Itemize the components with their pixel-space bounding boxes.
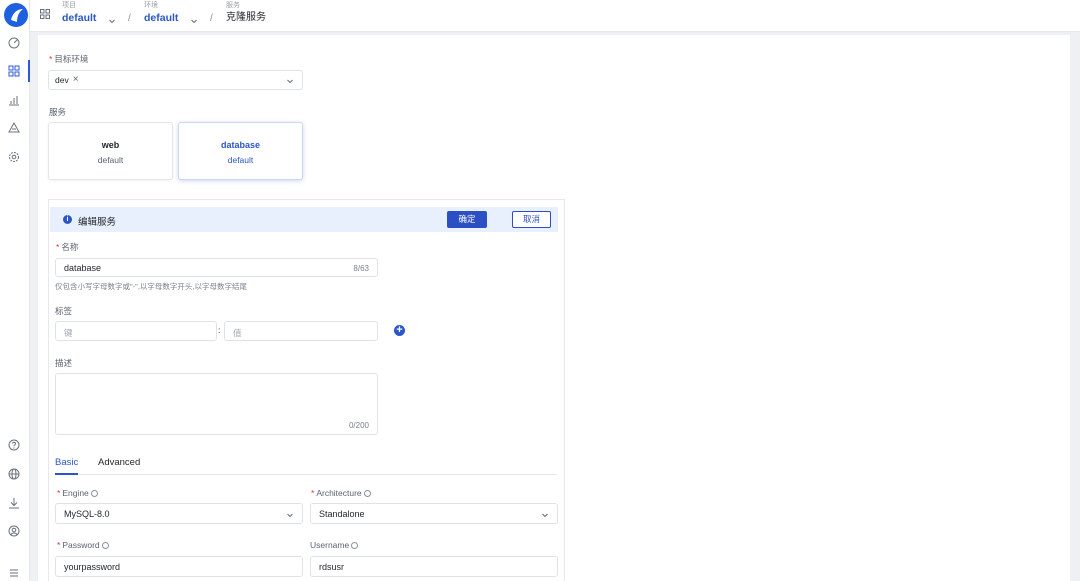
grid-menu-icon[interactable] xyxy=(40,9,50,19)
chart-icon[interactable] xyxy=(7,93,21,107)
tags-label: 标签 xyxy=(55,306,73,316)
username-label: Username xyxy=(310,540,359,550)
name-counter: 8/63 xyxy=(353,264,369,273)
chevron-down-icon xyxy=(108,14,116,24)
tag-separator: : xyxy=(218,325,221,335)
breadcrumb-label: 项目 xyxy=(62,2,76,9)
password-label: * Password xyxy=(57,540,109,550)
engine-label: * Engine xyxy=(57,488,98,498)
user-icon[interactable] xyxy=(7,524,21,538)
edit-service-title: 编辑服务 xyxy=(78,217,117,228)
chevron-down-icon xyxy=(286,511,294,519)
breadcrumb-environment[interactable]: 环境 default xyxy=(144,1,198,26)
tag-key-input[interactable]: 键 xyxy=(55,321,217,341)
service-name: web xyxy=(101,140,120,150)
service-name: database xyxy=(220,140,261,150)
name-input[interactable]: database 8/63 xyxy=(55,258,378,277)
breadcrumb-separator: / xyxy=(128,13,131,24)
info-icon xyxy=(363,490,371,497)
services-label: 服务 xyxy=(49,107,67,117)
config-tabs: Basic Advanced xyxy=(55,457,557,475)
info-icon xyxy=(101,542,109,549)
info-icon xyxy=(351,542,359,549)
name-label: * 名称 xyxy=(56,242,79,252)
engine-value: MySQL-8.0 xyxy=(64,509,110,519)
engine-select[interactable]: MySQL-8.0 xyxy=(55,503,303,524)
name-hint: 仅包含小写字母数字或"-",以字母数字开头,以字母数字结尾 xyxy=(55,282,247,291)
architecture-select[interactable]: Standalone xyxy=(310,503,558,524)
apps-grid-icon[interactable] xyxy=(7,64,21,78)
name-value: database xyxy=(64,263,102,273)
description-textarea[interactable]: 0/200 xyxy=(55,373,378,435)
sidebar xyxy=(0,0,30,581)
breadcrumb-label: 环境 xyxy=(144,2,158,9)
breadcrumb-value: default xyxy=(62,12,97,24)
edit-service-header: i 编辑服务 确定 取消 xyxy=(50,207,558,232)
password-value: yourpassword xyxy=(64,562,121,572)
target-env-label: * 目标环境 xyxy=(49,54,89,64)
resources-icon[interactable] xyxy=(7,121,21,135)
tab-advanced[interactable]: Advanced xyxy=(98,457,140,475)
architecture-label: * Architecture xyxy=(311,488,371,498)
top-bar: 项目 default / 环境 default / 服务 克隆服务 xyxy=(30,0,1080,32)
tag-key-placeholder: 键 xyxy=(64,328,73,338)
add-tag-icon[interactable]: + xyxy=(394,325,405,336)
breadcrumb-separator: / xyxy=(210,13,213,24)
description-counter: 0/200 xyxy=(348,421,369,430)
confirm-button[interactable]: 确定 xyxy=(447,211,487,228)
username-value: rdsusr xyxy=(319,562,345,572)
chevron-down-icon xyxy=(286,77,294,85)
breadcrumb-value: default xyxy=(144,12,179,24)
sidebar-active-indicator xyxy=(28,60,30,82)
service-card-web[interactable]: web default xyxy=(48,122,173,180)
service-card-database[interactable]: database default xyxy=(178,122,303,180)
tag-value-placeholder: 值 xyxy=(233,328,242,338)
cancel-button[interactable]: 取消 xyxy=(512,211,551,228)
tab-basic[interactable]: Basic xyxy=(55,457,79,475)
close-icon[interactable]: × xyxy=(73,75,79,85)
username-input[interactable]: rdsusr xyxy=(310,556,558,577)
info-icon: i xyxy=(63,215,72,224)
breadcrumb-value: 克隆服务 xyxy=(226,12,266,23)
globe-icon[interactable] xyxy=(7,467,21,481)
breadcrumb-project[interactable]: 项目 default xyxy=(62,1,116,26)
menu-toggle-icon[interactable] xyxy=(7,566,21,580)
info-icon xyxy=(90,490,98,497)
architecture-value: Standalone xyxy=(319,509,365,519)
dashboard-icon[interactable] xyxy=(7,36,21,50)
service-namespace: default xyxy=(97,155,124,165)
service-namespace: default xyxy=(227,155,254,165)
description-label: 描述 xyxy=(55,358,73,368)
chevron-down-icon xyxy=(541,511,549,519)
password-input[interactable]: yourpassword xyxy=(55,556,303,577)
env-tag-label: dev xyxy=(55,75,69,85)
logo-icon[interactable] xyxy=(4,3,28,27)
download-icon[interactable] xyxy=(7,496,21,510)
tag-value-input[interactable]: 值 xyxy=(224,321,378,341)
env-tag: dev × xyxy=(55,75,79,86)
help-icon[interactable] xyxy=(7,438,21,452)
target-env-select[interactable]: dev × xyxy=(48,70,303,90)
breadcrumb-label: 服务 xyxy=(226,2,240,9)
settings-icon[interactable] xyxy=(7,150,21,164)
breadcrumb-service: 服务 克隆服务 xyxy=(226,1,266,26)
chevron-down-icon xyxy=(190,14,198,24)
